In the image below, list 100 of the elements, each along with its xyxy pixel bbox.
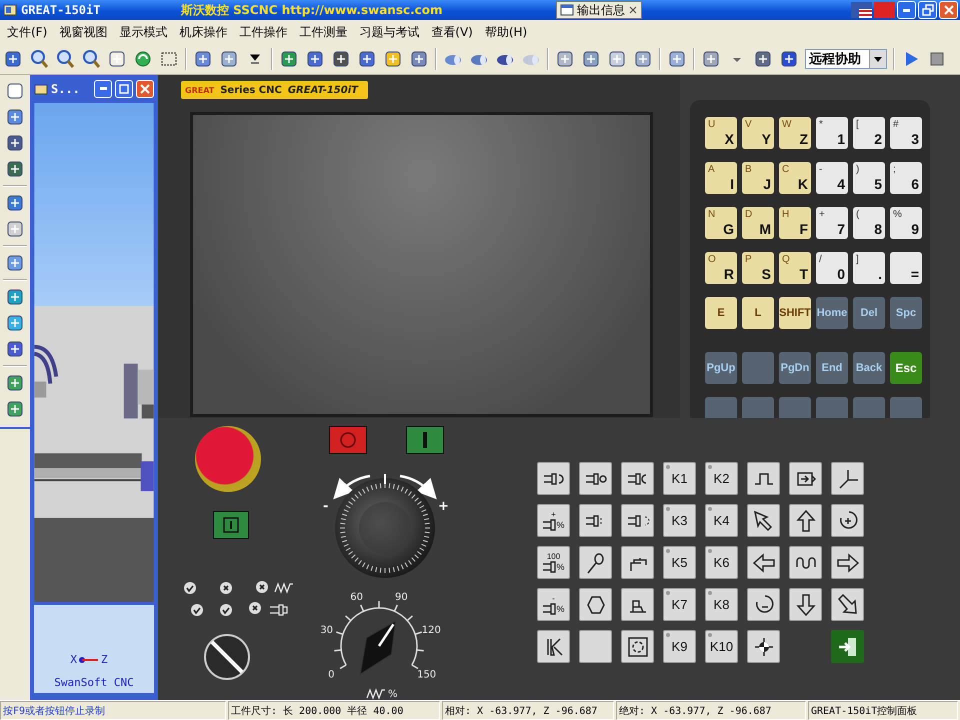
function-key[interactable]: K1 bbox=[663, 462, 696, 495]
keypad-key[interactable]: # 3 bbox=[890, 117, 922, 149]
menu-item[interactable]: 帮助(H) bbox=[480, 24, 532, 40]
panel-button[interactable] bbox=[789, 462, 822, 495]
panel-button[interactable] bbox=[747, 462, 780, 495]
keypad-key[interactable]: ] . bbox=[853, 252, 885, 284]
minimize-button[interactable] bbox=[897, 1, 916, 19]
function-key[interactable]: K4 bbox=[705, 504, 738, 537]
keypad-key[interactable]: A I bbox=[705, 162, 737, 194]
keypad-key[interactable]: V Y bbox=[742, 117, 774, 149]
arc-arrow-icon[interactable] bbox=[400, 474, 438, 499]
arc-arrow-icon[interactable] bbox=[332, 474, 370, 499]
panel-button[interactable] bbox=[747, 504, 780, 537]
panel-button[interactable] bbox=[747, 630, 780, 663]
function-key[interactable]: K3 bbox=[663, 504, 696, 537]
keypad-key[interactable]: W Z bbox=[779, 117, 811, 149]
keypad-key[interactable]: Back bbox=[853, 352, 885, 384]
keypad-key[interactable]: SHIFT bbox=[779, 297, 811, 329]
cycle-stop-button[interactable] bbox=[329, 426, 367, 454]
keypad-key[interactable]: Del bbox=[853, 297, 885, 329]
menu-item[interactable]: 工件测量 bbox=[294, 24, 352, 40]
panel-button[interactable] bbox=[831, 546, 864, 579]
output-tab[interactable]: 输出信息 bbox=[556, 1, 642, 19]
close-button[interactable] bbox=[939, 1, 958, 19]
panel-button[interactable] bbox=[621, 630, 654, 663]
panel-button[interactable] bbox=[789, 588, 822, 621]
panel-button[interactable] bbox=[747, 588, 780, 621]
menu-item[interactable]: 习题与考试 bbox=[354, 24, 424, 40]
keypad-key[interactable]: P S bbox=[742, 252, 774, 284]
keypad-key[interactable]: B J bbox=[742, 162, 774, 194]
menu-item[interactable]: 查看(V) bbox=[426, 24, 478, 40]
function-key[interactable]: K8 bbox=[705, 588, 738, 621]
panel-button[interactable]: + % bbox=[537, 504, 570, 537]
keypad-key[interactable]: - 4 bbox=[816, 162, 848, 194]
override-knob[interactable] bbox=[360, 620, 396, 676]
refresh-icon[interactable] bbox=[133, 49, 153, 69]
exit-button[interactable] bbox=[831, 630, 864, 663]
keypad-key[interactable]: PgUp bbox=[705, 352, 737, 384]
panel-button[interactable] bbox=[537, 462, 570, 495]
panel-button[interactable] bbox=[579, 462, 612, 495]
close-button[interactable] bbox=[136, 80, 154, 98]
keypad-key[interactable]: N G bbox=[705, 207, 737, 239]
menu-item[interactable]: 显示模式 bbox=[114, 24, 172, 40]
keypad-key[interactable]: O R bbox=[705, 252, 737, 284]
keypad-key[interactable]: Q T bbox=[779, 252, 811, 284]
keypad-key[interactable]: / 0 bbox=[816, 252, 848, 284]
function-key[interactable]: K5 bbox=[663, 546, 696, 579]
panel-button[interactable] bbox=[579, 504, 612, 537]
keypad-key[interactable]: % 9 bbox=[890, 207, 922, 239]
assist-combo[interactable]: 远程协助 bbox=[805, 49, 887, 69]
zoom-fit-icon[interactable] bbox=[81, 49, 101, 69]
panel-button[interactable] bbox=[621, 462, 654, 495]
panel-button[interactable] bbox=[621, 504, 654, 537]
keypad-key[interactable]: E bbox=[705, 297, 737, 329]
keypad-key[interactable]: + 7 bbox=[816, 207, 848, 239]
panel-button[interactable] bbox=[831, 588, 864, 621]
menu-item[interactable]: 文件(F) bbox=[2, 24, 52, 40]
keypad-key[interactable]: ( 8 bbox=[853, 207, 885, 239]
cycle-start-button[interactable] bbox=[406, 426, 444, 454]
zoom-in-icon[interactable] bbox=[29, 49, 49, 69]
panel-button[interactable]: - % bbox=[537, 588, 570, 621]
handwheel-drawing[interactable] bbox=[335, 474, 435, 578]
panel-button[interactable] bbox=[621, 588, 654, 621]
panel-button[interactable] bbox=[831, 462, 864, 495]
keypad-key[interactable]: = bbox=[890, 252, 922, 284]
keypad-key[interactable]: L bbox=[742, 297, 774, 329]
panel-button[interactable] bbox=[747, 546, 780, 579]
power-button[interactable] bbox=[213, 511, 249, 539]
function-key[interactable]: K7 bbox=[663, 588, 696, 621]
panel-button[interactable] bbox=[621, 546, 654, 579]
panel-button[interactable]: 100 % bbox=[537, 546, 570, 579]
keypad-key[interactable]: Spc bbox=[890, 297, 922, 329]
restore-button[interactable] bbox=[918, 1, 937, 19]
menu-item[interactable]: 机床操作 bbox=[174, 24, 232, 40]
function-key[interactable]: K6 bbox=[705, 546, 738, 579]
keypad-key[interactable]: U X bbox=[705, 117, 737, 149]
menu-item[interactable]: 视窗视图 bbox=[54, 24, 112, 40]
function-key[interactable]: K9 bbox=[663, 630, 696, 663]
function-key[interactable]: K10 bbox=[705, 630, 738, 663]
keypad-key[interactable]: Esc bbox=[890, 352, 922, 384]
keypad-key[interactable]: End bbox=[816, 352, 848, 384]
keypad-key[interactable]: ; 6 bbox=[890, 162, 922, 194]
keypad-key[interactable]: PgDn bbox=[779, 352, 811, 384]
keypad-key[interactable]: D M bbox=[742, 207, 774, 239]
keypad-key[interactable]: Home bbox=[816, 297, 848, 329]
keypad-key[interactable]: [ 2 bbox=[853, 117, 885, 149]
zoom-out-icon[interactable] bbox=[55, 49, 75, 69]
keypad-key[interactable]: * 1 bbox=[816, 117, 848, 149]
keypad-key[interactable]: C K bbox=[779, 162, 811, 194]
function-key[interactable]: K2 bbox=[705, 462, 738, 495]
keypad-key[interactable]: H F bbox=[779, 207, 811, 239]
panel-button[interactable] bbox=[831, 504, 864, 537]
panel-button[interactable] bbox=[579, 546, 612, 579]
panel-button[interactable] bbox=[789, 504, 822, 537]
flag-icon[interactable] bbox=[851, 2, 872, 18]
panel-button[interactable] bbox=[579, 588, 612, 621]
rotary-switch[interactable] bbox=[204, 634, 250, 680]
panel-button[interactable] bbox=[789, 546, 822, 579]
menu-item[interactable]: 工件操作 bbox=[234, 24, 292, 40]
minimize-button[interactable] bbox=[94, 80, 112, 98]
